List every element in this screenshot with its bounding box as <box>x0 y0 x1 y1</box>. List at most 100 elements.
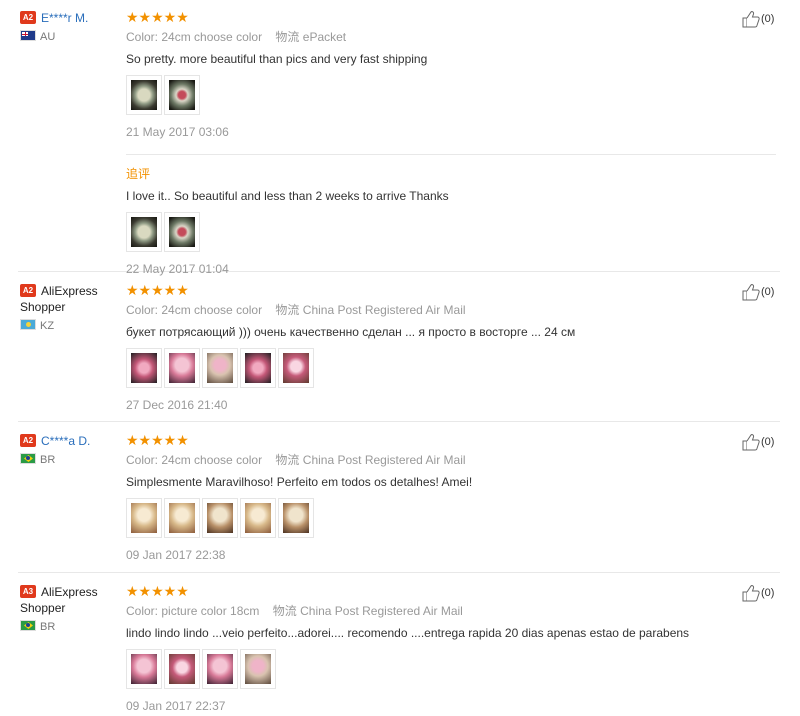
review-photo-thumbnail[interactable] <box>164 649 200 689</box>
thumbs-up-icon <box>741 434 761 451</box>
review-photo-thumbnail[interactable] <box>126 75 162 115</box>
star-rating: ★★★★★ <box>126 9 189 25</box>
review-photos <box>126 75 776 115</box>
review-photos <box>126 498 776 538</box>
country-code: BR <box>40 454 56 466</box>
reviewer-name[interactable]: E****r M. <box>41 11 88 25</box>
buyer-level-badge: A2 <box>20 434 36 447</box>
followup-photo <box>169 217 195 247</box>
review-photo-thumbnail[interactable] <box>240 649 276 689</box>
review-date: 09 Jan 2017 22:37 <box>126 699 226 713</box>
color-value: 24cm choose color <box>161 30 263 44</box>
order-info: Color: 24cm choose color 物流 ePacket <box>126 30 776 44</box>
helpful-button[interactable]: (0) <box>741 283 774 301</box>
color-label: Color: <box>126 453 159 467</box>
order-info: Color: 24cm choose color 物流 China Post R… <box>126 453 776 467</box>
review-photo <box>245 654 271 684</box>
country-flag-icon <box>20 453 36 464</box>
followup-label: 追评 <box>126 167 151 181</box>
review-photo-thumbnail[interactable] <box>202 649 238 689</box>
review-photo <box>169 654 195 684</box>
review-photo-thumbnail[interactable] <box>202 498 238 538</box>
order-info: Color: picture color 18cm 物流 China Post … <box>126 604 776 618</box>
star-rating: ★★★★★ <box>126 282 189 298</box>
review-photo <box>169 353 195 383</box>
color-label: Color: <box>126 604 159 618</box>
review-text: букет потрясающий ))) очень качественно … <box>126 325 576 339</box>
review-date: 21 May 2017 03:06 <box>126 125 229 139</box>
review-body: ★★★★★ Color: 24cm choose color 物流 ePacke… <box>126 10 776 276</box>
followup-photo-thumbnail[interactable] <box>126 212 162 252</box>
buyer-level-badge: A2 <box>20 11 36 24</box>
review-photo <box>169 80 195 110</box>
review-photos <box>126 649 776 689</box>
shipping-label: 物流 <box>275 303 300 317</box>
review-photos <box>126 348 776 388</box>
review-date: 27 Dec 2016 21:40 <box>126 398 228 412</box>
review-photo <box>283 503 309 533</box>
buyer-level-badge: A3 <box>20 585 36 598</box>
reviewer-info: A2 E****r M. AU <box>20 10 120 43</box>
review-photo-thumbnail[interactable] <box>126 348 162 388</box>
star-rating: ★★★★★ <box>126 432 189 448</box>
review-photo <box>131 654 157 684</box>
followup-text: I love it.. So beautiful and less than 2… <box>126 189 449 203</box>
buyer-level-badge: A2 <box>20 284 36 297</box>
reviewer-info: A2 C****a D. BR <box>20 433 120 466</box>
review-photo-thumbnail[interactable] <box>164 75 200 115</box>
reviewer-info: A3 AliExpress Shopper BR <box>20 584 120 633</box>
review-text: lindo lindo lindo ...veio perfeito...ado… <box>126 626 690 640</box>
review-photo <box>245 503 271 533</box>
shipping-value: China Post Registered Air Mail <box>302 303 466 317</box>
shipping-value: China Post Registered Air Mail <box>302 453 466 467</box>
shipping-label: 物流 <box>275 453 300 467</box>
shipping-value: China Post Registered Air Mail <box>300 604 463 618</box>
helpful-count: (0) <box>761 286 775 298</box>
helpful-button[interactable]: (0) <box>741 584 774 602</box>
review-photo <box>207 654 233 684</box>
followup-photo <box>131 217 157 247</box>
review-photo-thumbnail[interactable] <box>202 348 238 388</box>
review-photo <box>131 353 157 383</box>
review-date: 09 Jan 2017 22:38 <box>126 548 226 562</box>
color-label: Color: <box>126 303 159 317</box>
reviewer-country: KZ <box>20 319 120 332</box>
country-code: BR <box>40 621 56 633</box>
followup-photo-thumbnail[interactable] <box>164 212 200 252</box>
reviewer-info: A2 AliExpress Shopper KZ <box>20 283 120 332</box>
country-flag-icon <box>20 319 36 330</box>
color-value: 24cm choose color <box>161 453 263 467</box>
helpful-button[interactable]: (0) <box>741 10 774 28</box>
star-rating: ★★★★★ <box>126 583 189 599</box>
helpful-count: (0) <box>761 436 775 448</box>
review-photo-thumbnail[interactable] <box>164 348 200 388</box>
reviewer-country: BR <box>20 620 120 633</box>
color-value: 24cm choose color <box>161 303 263 317</box>
review-text: So pretty. more beautiful than pics and … <box>126 52 428 66</box>
thumbs-up-icon <box>741 11 761 28</box>
shipping-value: ePacket <box>302 30 347 44</box>
review-photo-thumbnail[interactable] <box>240 348 276 388</box>
review-photo <box>207 503 233 533</box>
color-value: picture color 18cm <box>161 604 260 618</box>
review-photo <box>169 503 195 533</box>
review-photo-thumbnail[interactable] <box>126 498 162 538</box>
thumbs-up-icon <box>741 284 761 301</box>
followup-divider <box>126 154 776 155</box>
shipping-label: 物流 <box>275 30 300 44</box>
review-photo-thumbnail[interactable] <box>126 649 162 689</box>
shipping-label: 物流 <box>272 604 297 618</box>
review-photo-thumbnail[interactable] <box>164 498 200 538</box>
order-info: Color: 24cm choose color 物流 China Post R… <box>126 303 776 317</box>
color-label: Color: <box>126 30 159 44</box>
review-body: ★★★★★ Color: picture color 18cm 物流 China… <box>126 584 776 713</box>
reviewer-country: BR <box>20 453 120 466</box>
review-photo <box>131 80 157 110</box>
reviewer-name[interactable]: C****a D. <box>41 434 90 448</box>
followup-date: 22 May 2017 01:04 <box>126 262 229 276</box>
helpful-button[interactable]: (0) <box>741 433 774 451</box>
country-code: KZ <box>40 320 55 332</box>
review-photo-thumbnail[interactable] <box>278 498 314 538</box>
review-photo-thumbnail[interactable] <box>240 498 276 538</box>
review-photo-thumbnail[interactable] <box>278 348 314 388</box>
